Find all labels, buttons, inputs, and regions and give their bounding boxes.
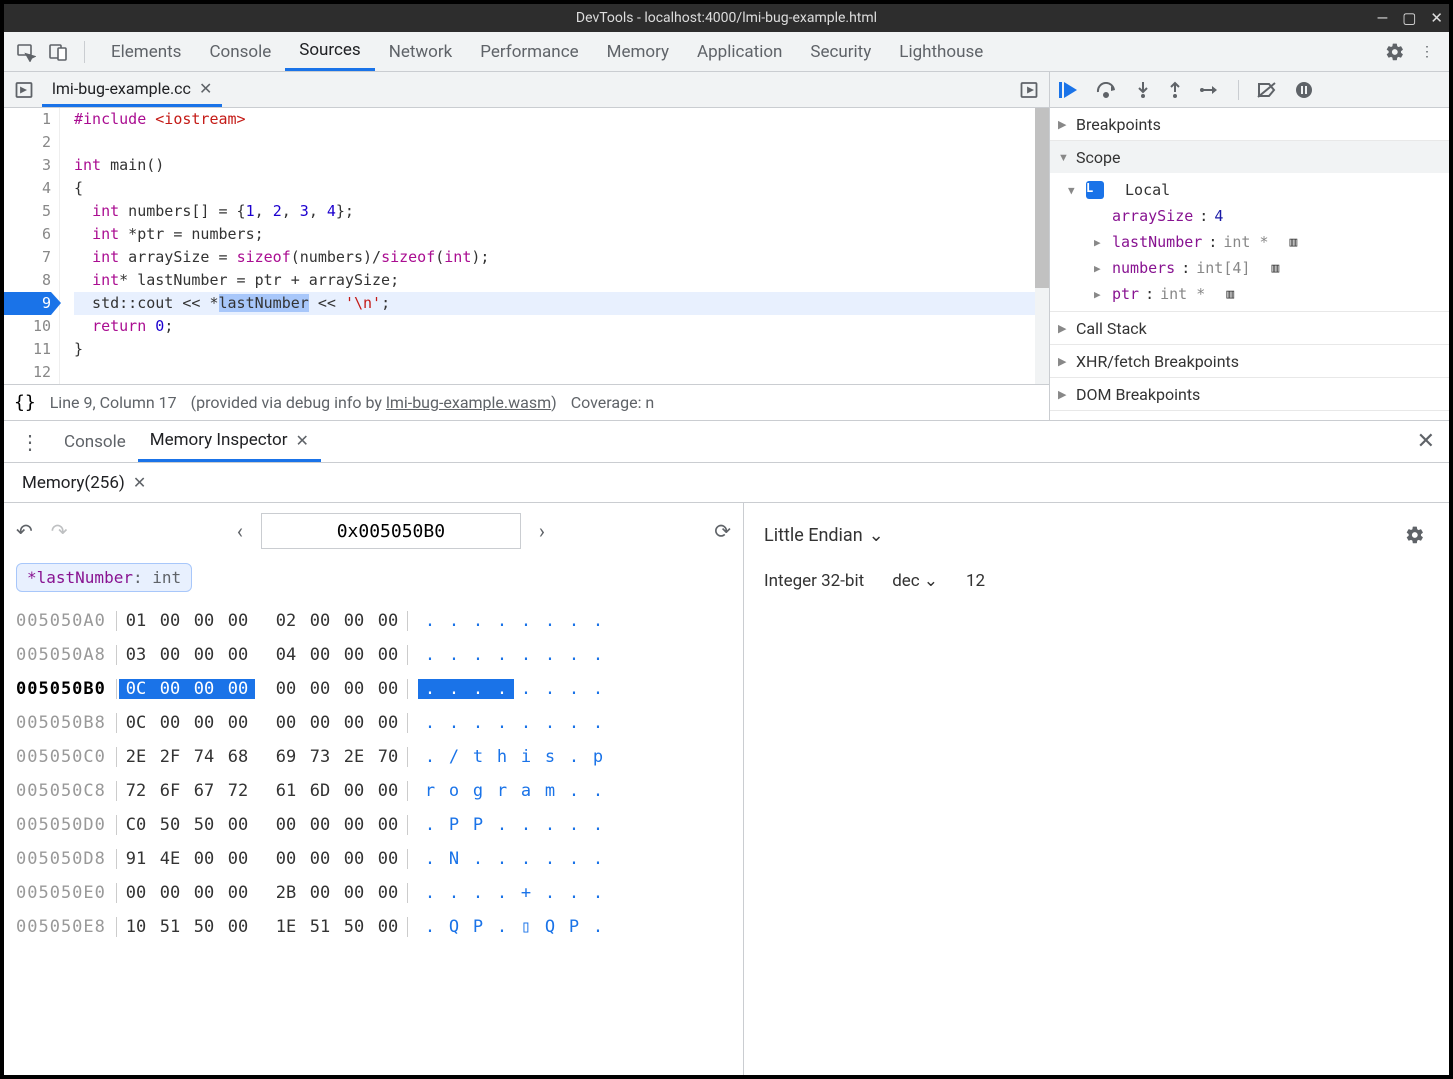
reveal-in-memory-icon[interactable]: ▥ xyxy=(1226,287,1234,302)
device-toggle-icon[interactable] xyxy=(44,38,72,66)
hex-row[interactable]: 005050B80C00000000000000........ xyxy=(16,706,731,740)
inspect-icon[interactable] xyxy=(12,38,40,66)
hex-row[interactable]: 005050E0000000002B000000....+... xyxy=(16,876,731,910)
titlebar: DevTools - localhost:4000/lmi-bug-exampl… xyxy=(4,4,1449,32)
coverage-text: Coverage: n xyxy=(571,393,655,412)
redo-icon[interactable]: ↷ xyxy=(51,519,68,543)
status-bar: {} Line 9, Column 17 (provided via debug… xyxy=(4,384,1049,420)
format-icon[interactable]: {} xyxy=(14,392,36,413)
memory-instance-tabs: Memory(256) ✕ xyxy=(4,463,1449,503)
page-forward-icon[interactable]: › xyxy=(539,519,545,543)
main-tab-sources[interactable]: Sources xyxy=(285,32,374,71)
hex-row[interactable]: 005050A00100000002000000........ xyxy=(16,604,731,638)
close-drawer-tab-icon[interactable]: ✕ xyxy=(296,431,309,450)
drawer-tab-memory-inspector[interactable]: Memory Inspector✕ xyxy=(138,421,321,462)
main-tab-application[interactable]: Application xyxy=(683,32,796,71)
step-icon[interactable] xyxy=(1200,83,1220,97)
drawer-tabs: ⋮ ConsoleMemory Inspector✕ ✕ xyxy=(4,421,1449,463)
hex-row[interactable]: 005050E8105150001E515000.QP.▯QP. xyxy=(16,910,731,944)
cursor-position: Line 9, Column 17 xyxy=(50,393,177,412)
debug-toolbar xyxy=(1050,72,1449,108)
drawer-menu-icon[interactable]: ⋮ xyxy=(12,430,48,454)
main-tab-performance[interactable]: Performance xyxy=(466,32,592,71)
main-tab-elements[interactable]: Elements xyxy=(97,32,195,71)
navigator-toggle-icon[interactable] xyxy=(10,76,38,104)
main-toolbar: ElementsConsoleSourcesNetworkPerformance… xyxy=(4,32,1449,72)
drawer-close-icon[interactable]: ✕ xyxy=(1417,429,1435,454)
step-over-icon[interactable] xyxy=(1096,82,1118,98)
scope-local[interactable]: ▼L Local xyxy=(1068,177,1449,203)
main-tab-console[interactable]: Console xyxy=(195,32,285,71)
settings-gear-icon[interactable] xyxy=(1381,38,1409,66)
hex-row[interactable]: 005050D8914E000000000000.N...... xyxy=(16,842,731,876)
close-window-icon[interactable]: ✕ xyxy=(1430,9,1443,27)
pause-on-exceptions-icon[interactable] xyxy=(1295,81,1313,99)
value-format-select[interactable]: dec ⌄ xyxy=(892,571,938,591)
main-tab-network[interactable]: Network xyxy=(375,32,467,71)
page-back-icon[interactable]: ‹ xyxy=(237,519,243,543)
hex-row[interactable]: 005050C02E2F746869732E70./this.p xyxy=(16,740,731,774)
main-tab-lighthouse[interactable]: Lighthouse xyxy=(885,32,997,71)
value-settings-gear-icon[interactable] xyxy=(1401,521,1429,549)
scope-var-numbers[interactable]: ▶numbers: int[4] ▥ xyxy=(1094,255,1449,281)
deactivate-breakpoints-icon[interactable] xyxy=(1257,82,1277,98)
dom-breakpoints-panel[interactable]: ▶DOM Breakpoints xyxy=(1050,378,1449,410)
endian-select[interactable]: Little Endian ⌄ xyxy=(764,525,884,546)
scope-panel[interactable]: ▼Scope xyxy=(1050,141,1449,173)
minimize-icon[interactable]: — xyxy=(1377,9,1389,27)
scope-var-arraySize[interactable]: arraySize: 4 xyxy=(1094,203,1449,229)
value-result: 12 xyxy=(966,571,985,591)
close-tab-icon[interactable]: ✕ xyxy=(199,79,212,98)
file-tabs: lmi-bug-example.cc ✕ xyxy=(4,72,1049,108)
value-type: Integer 32-bit xyxy=(764,571,864,591)
main-tab-memory[interactable]: Memory xyxy=(593,32,683,71)
close-memory-tab-icon[interactable]: ✕ xyxy=(133,473,146,492)
reveal-in-memory-icon[interactable]: ▥ xyxy=(1271,261,1279,276)
maximize-icon[interactable]: ▢ xyxy=(1402,9,1416,27)
xhr-breakpoints-panel[interactable]: ▶XHR/fetch Breakpoints xyxy=(1050,345,1449,377)
refresh-icon[interactable]: ⟳ xyxy=(714,519,731,543)
step-into-icon[interactable] xyxy=(1136,81,1150,99)
chevron-down-icon: ⌄ xyxy=(924,571,938,591)
breakpoints-panel[interactable]: ▶Breakpoints xyxy=(1050,108,1449,140)
scope-var-ptr[interactable]: ▶ptr: int * ▥ xyxy=(1094,281,1449,307)
scope-var-lastNumber[interactable]: ▶lastNumber: int * ▥ xyxy=(1094,229,1449,255)
file-tab[interactable]: lmi-bug-example.cc ✕ xyxy=(42,72,222,107)
main-tab-security[interactable]: Security xyxy=(796,32,885,71)
step-out-icon[interactable] xyxy=(1168,81,1182,99)
address-input[interactable] xyxy=(261,513,521,549)
highlight-pill[interactable]: *lastNumber: int xyxy=(16,563,192,592)
hex-row[interactable]: 005050A80300000004000000........ xyxy=(16,638,731,672)
memory-tab[interactable]: Memory(256) ✕ xyxy=(12,463,156,502)
callstack-panel[interactable]: ▶Call Stack xyxy=(1050,312,1449,344)
drawer-tab-console[interactable]: Console xyxy=(52,421,138,462)
hex-row[interactable]: 005050C8726F6772616D0000rogram.. xyxy=(16,774,731,808)
hex-row[interactable]: 005050B00C00000000000000........ xyxy=(16,672,731,706)
reveal-in-memory-icon[interactable]: ▥ xyxy=(1290,235,1298,250)
resume-icon[interactable] xyxy=(1058,81,1078,99)
debugger-toggle-icon[interactable] xyxy=(1015,76,1043,104)
undo-icon[interactable]: ↶ xyxy=(16,519,33,543)
debug-info-text: (provided via debug info by lmi-bug-exam… xyxy=(191,393,557,412)
wasm-link[interactable]: lmi-bug-example.wasm xyxy=(386,393,551,412)
file-tab-label: lmi-bug-example.cc xyxy=(52,79,191,98)
window-title: DevTools - localhost:4000/lmi-bug-exampl… xyxy=(576,10,877,26)
chevron-down-icon: ⌄ xyxy=(869,525,884,546)
kebab-menu-icon[interactable]: ⋮ xyxy=(1413,38,1441,66)
hex-row[interactable]: 005050D0C050500000000000.PP..... xyxy=(16,808,731,842)
